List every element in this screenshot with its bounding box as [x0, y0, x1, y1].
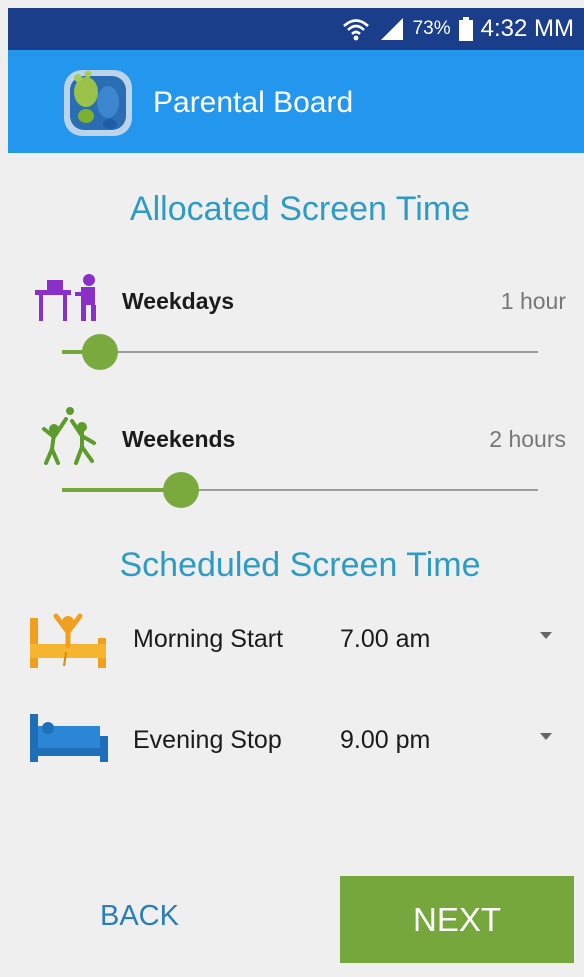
weekdays-value: 1 hour [500, 288, 566, 314]
morning-start-time[interactable]: 7.00 am [340, 625, 430, 654]
slider-track [62, 351, 538, 353]
wake-up-bed-icon [30, 613, 106, 668]
weekends-label: Weekends [122, 426, 236, 452]
battery-icon [458, 17, 473, 41]
status-bar-right: 73% 4:32 MM [341, 8, 574, 50]
weekends-value: 2 hours [489, 426, 566, 452]
signal-icon [380, 18, 403, 40]
evening-stop-label: Evening Stop [133, 726, 282, 754]
morning-start-dropdown-icon[interactable] [540, 632, 552, 639]
status-bar: 73% 4:32 MM [8, 8, 584, 50]
wifi-icon [342, 19, 369, 41]
back-button[interactable]: BACK [100, 900, 179, 933]
evening-stop-dropdown-icon[interactable] [540, 733, 552, 740]
battery-percent: 73% [412, 18, 451, 39]
app-logo-icon [64, 70, 132, 136]
weekends-slider[interactable] [62, 472, 538, 508]
status-time: 4:32 MM [480, 15, 574, 42]
sleep-bed-icon [30, 714, 108, 762]
allocated-screen-time-heading: Allocated Screen Time [129, 190, 471, 228]
weekdays-slider[interactable] [62, 334, 538, 370]
next-button[interactable]: NEXT [340, 876, 574, 963]
scheduled-screen-time-heading: Scheduled Screen Time [119, 546, 481, 584]
app-title: Parental Board [153, 86, 354, 119]
evening-stop-time[interactable]: 9.00 pm [340, 726, 430, 755]
app-bar: Parental Board [8, 50, 584, 153]
slider-thumb[interactable] [82, 334, 119, 370]
weekdays-label: Weekdays [122, 288, 235, 314]
desk-study-icon [35, 274, 96, 321]
morning-start-label: Morning Start [133, 625, 284, 653]
slider-thumb[interactable] [163, 472, 199, 508]
play-kids-icon [42, 407, 96, 465]
